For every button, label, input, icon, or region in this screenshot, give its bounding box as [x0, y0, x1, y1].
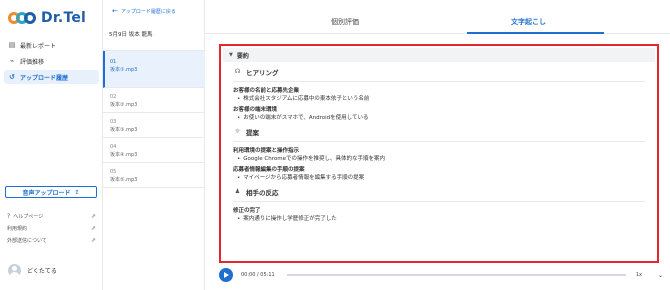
section-hearing: ☊ ヒアリング お客様の名前と応募先企業 株式会社スタジアムに応募中の東本依子と… — [223, 62, 655, 122]
help-icon: ? — [7, 212, 11, 220]
section-title: ♟ 相手の反応 — [233, 182, 645, 202]
group-heading: 応募者情報編集の手順の提案 — [233, 167, 305, 173]
bullet-item: 株式会社スタジアムに応募中の東本依子という名前 — [233, 95, 645, 103]
history-icon: ↺ — [9, 73, 15, 81]
playback-speed-select[interactable]: 1x — [636, 272, 642, 278]
group-heading: お客様の端末環境 — [233, 107, 278, 113]
nav-item-label: アップロード履歴 — [20, 74, 69, 82]
history-panel: ← アップロード履歴に戻る 5月9日 坂本 龍馬 01 坂本①.mp3 02 坂… — [103, 0, 205, 290]
summary-title: 要約 — [236, 52, 249, 60]
nav-item-upload-history[interactable]: ↺ アップロード履歴 — [4, 70, 99, 84]
external-link-icon: ⇗ — [90, 224, 96, 232]
list-item[interactable]: 03 坂本③.mp3 — [103, 113, 205, 138]
file-number: 01 — [110, 59, 117, 65]
section-proposal: ☼ 提案 利用環境の提案と操作指示 Google Chromeでの操作を推奨し、… — [223, 122, 655, 182]
history-file-list: 01 坂本①.mp3 02 坂本②.mp3 03 坂本③.mp3 04 坂本④.… — [103, 50, 205, 188]
file-number: 02 — [110, 94, 117, 100]
logo-icon — [8, 9, 38, 27]
file-name: 坂本⑤.mp3 — [110, 177, 138, 183]
audio-upload-button[interactable]: 音声アップロード ⇪ — [5, 186, 97, 198]
app-name: Dr.Tel — [41, 10, 87, 26]
link-label: ヘルプページ — [13, 213, 44, 220]
report-icon: ▤ — [8, 41, 16, 49]
chart-icon: ⌁ — [9, 57, 15, 65]
group-heading: 利用環境の提案と操作指示 — [233, 148, 300, 154]
audio-player: 00:00 / 05:11 1x ⌄ — [219, 266, 663, 284]
avatar — [8, 264, 21, 277]
section-title-text: ヒアリング — [246, 68, 279, 77]
file-number: 03 — [110, 119, 117, 125]
footer-links: ? ヘルプページ ⇗ 利用規約 ⇗ 外部送信について ⇗ — [7, 210, 96, 246]
chevron-down-icon[interactable]: ⌄ — [658, 272, 663, 279]
summary-panel: ▼ 要約 ☊ ヒアリング お客様の名前と応募先企業 株式会社スタジアムに応募中の… — [219, 44, 659, 263]
person-icon: ♟ — [234, 188, 241, 195]
nav-item-latest-report[interactable]: ▤ 最新レポート — [4, 38, 99, 52]
terms-link[interactable]: 利用規約 ⇗ — [7, 222, 96, 234]
sidebar-nav: ▤ 最新レポート ⌁ 評価推移 ↺ アップロード履歴 — [4, 38, 99, 86]
tab-transcript[interactable]: 文字起こし — [511, 17, 546, 27]
upload-icon: ⇪ — [74, 188, 80, 196]
section-title-text: 相手の反応 — [246, 188, 279, 197]
link-label: 外部送信について — [7, 237, 47, 244]
playback-time: 00:00 / 05:11 — [241, 272, 275, 278]
lightbulb-icon: ☼ — [234, 128, 241, 135]
file-name: 坂本②.mp3 — [110, 102, 138, 108]
user-name: どくたてる — [27, 268, 57, 275]
file-name: 坂本①.mp3 — [110, 67, 138, 73]
bullet-item: Google Chromeでの操作を推奨し、具体的な手順を案内 — [233, 155, 645, 163]
list-item[interactable]: 02 坂本②.mp3 — [103, 88, 205, 113]
upload-button-label: 音声アップロード — [22, 189, 71, 197]
list-item[interactable]: 01 坂本①.mp3 — [103, 51, 205, 88]
nav-item-label: 最新レポート — [20, 42, 57, 50]
file-number: 04 — [110, 144, 117, 150]
play-button[interactable] — [219, 268, 233, 282]
group-heading: お客様の名前と応募先企業 — [233, 88, 300, 94]
back-to-history-link[interactable]: ← アップロード履歴に戻る — [112, 7, 176, 15]
external-transmission-link[interactable]: 外部送信について ⇗ — [7, 234, 96, 246]
group-heading: 修正の完了 — [233, 208, 261, 214]
bullet-item: 案内通りに操作し学歴修正が完了した — [233, 215, 645, 223]
main-content: 個別評価 文字起こし ▼ 要約 ☊ ヒアリング お客様の名前と応募先企業 株式会… — [205, 0, 670, 290]
section-reaction: ♟ 相手の反応 修正の完了 案内通りに操作し学歴修正が完了した — [223, 182, 655, 223]
tab-bar: 個別評価 文字起こし — [205, 12, 670, 34]
history-title: 5月9日 坂本 龍馬 — [109, 32, 153, 38]
external-link-icon: ⇗ — [90, 236, 96, 244]
summary-header[interactable]: ▼ 要約 — [223, 48, 655, 62]
section-title-text: 提案 — [246, 128, 259, 137]
hearing-icon: ☊ — [234, 68, 241, 75]
app-logo[interactable]: Dr.Tel — [8, 9, 86, 27]
file-name: 坂本③.mp3 — [110, 127, 138, 133]
section-title: ☼ 提案 — [233, 122, 645, 142]
bullet-item: お使いの端末がスマホで、Androidを使用している — [233, 114, 645, 122]
section-title: ☊ ヒアリング — [233, 62, 645, 82]
active-tab-indicator — [467, 32, 604, 34]
arrow-left-icon: ← — [112, 7, 118, 15]
sidebar: Dr.Tel ▤ 最新レポート ⌁ 評価推移 ↺ アップロード履歴 音声アップロ… — [0, 0, 103, 290]
caret-down-icon: ▼ — [229, 52, 233, 58]
list-item[interactable]: 04 坂本④.mp3 — [103, 138, 205, 163]
back-label: アップロード履歴に戻る — [120, 8, 176, 15]
bullet-item: マイページから応募者情報を編集する手順の提案 — [233, 174, 645, 182]
link-label: 利用規約 — [7, 225, 28, 232]
nav-item-label: 評価推移 — [20, 58, 45, 66]
nav-item-evaluation-trend[interactable]: ⌁ 評価推移 — [4, 54, 99, 68]
help-page-link[interactable]: ? ヘルプページ ⇗ — [7, 210, 96, 222]
file-name: 坂本④.mp3 — [110, 152, 138, 158]
file-number: 05 — [110, 169, 117, 175]
user-menu[interactable]: どくたてる — [8, 264, 57, 277]
list-item[interactable]: 05 坂本⑤.mp3 — [103, 163, 205, 188]
seek-bar[interactable] — [286, 274, 626, 276]
external-link-icon: ⇗ — [90, 212, 96, 220]
tab-individual-evaluation[interactable]: 個別評価 — [331, 17, 359, 27]
